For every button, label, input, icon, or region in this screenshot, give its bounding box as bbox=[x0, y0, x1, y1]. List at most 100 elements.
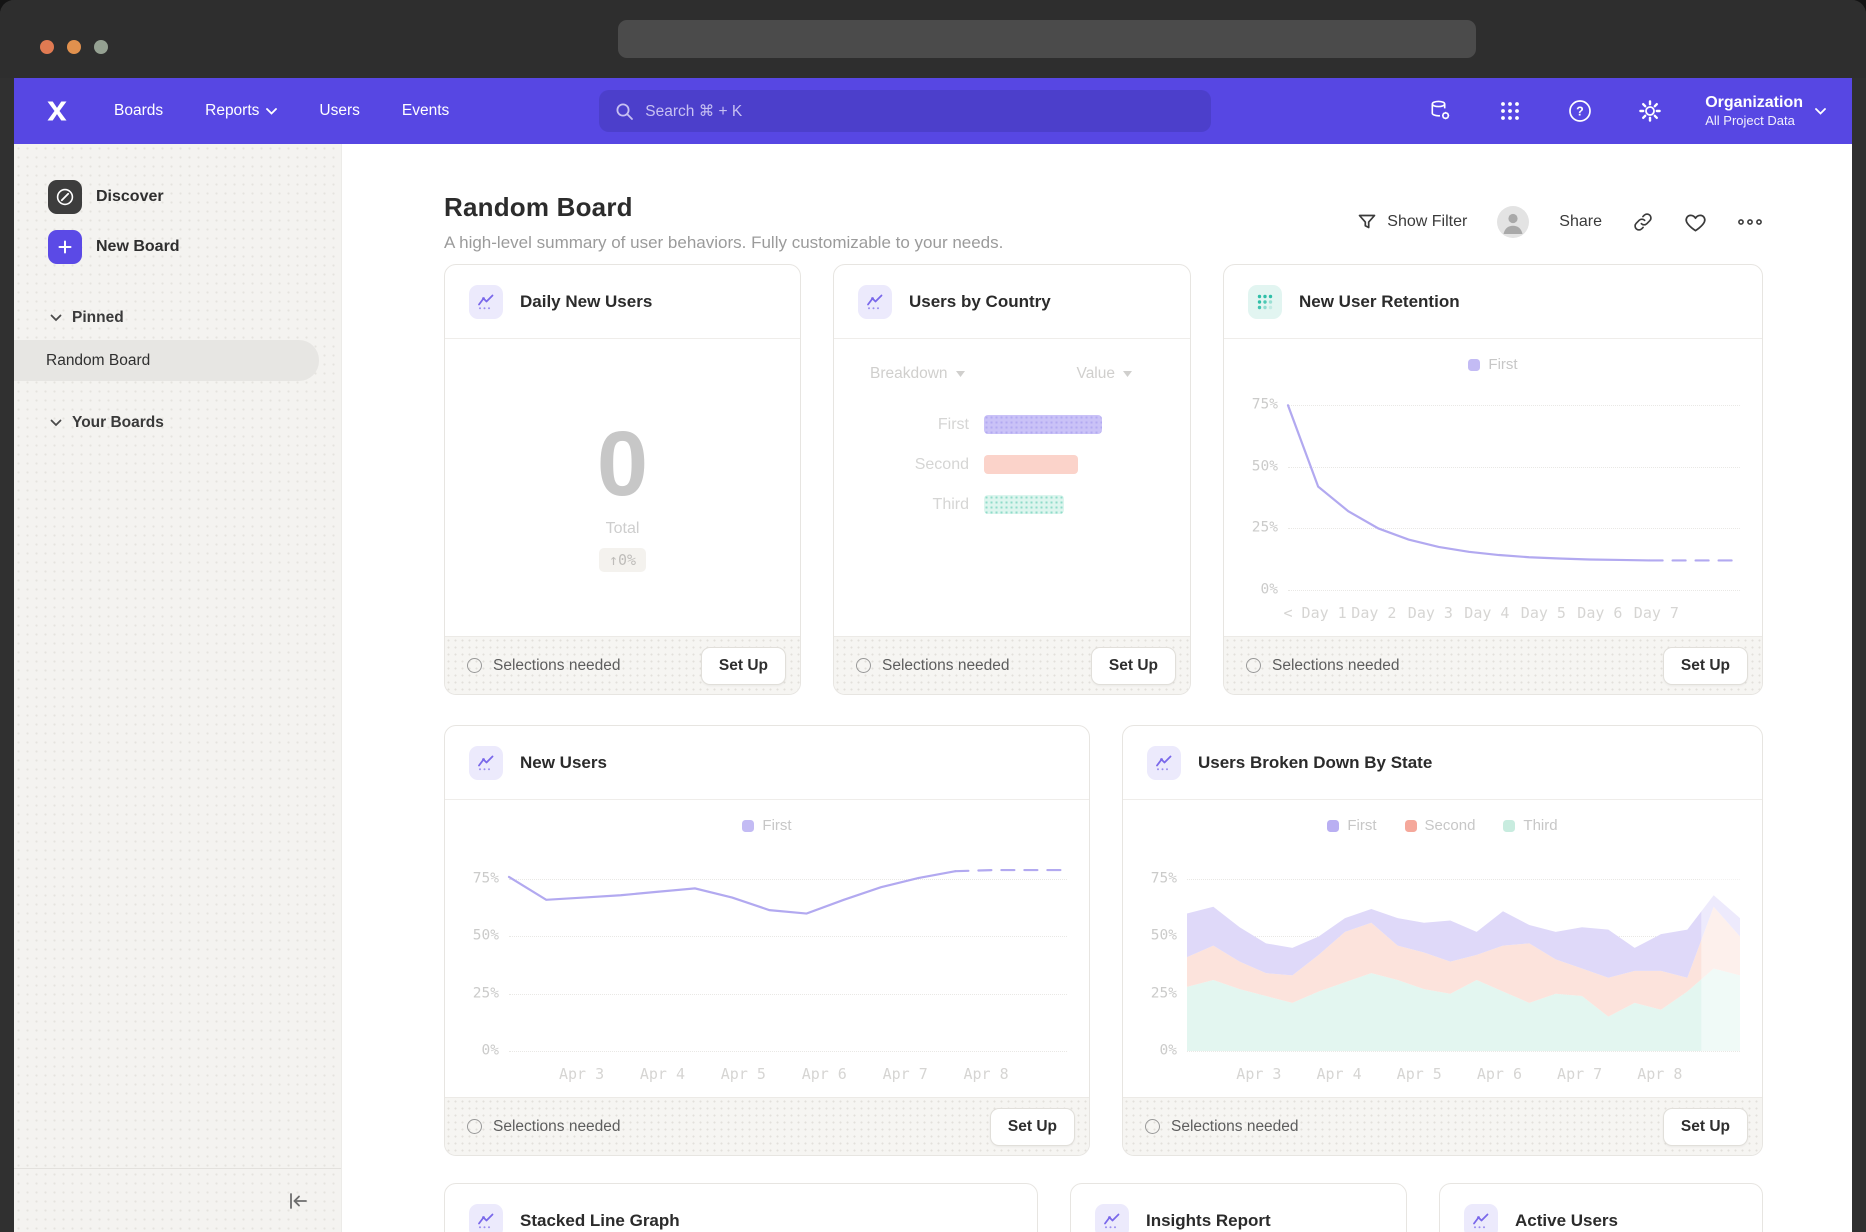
x-axis-tick: Day 4 bbox=[1464, 604, 1509, 622]
line-chart-icon bbox=[469, 1204, 503, 1232]
x-axis-tick: Day 6 bbox=[1577, 604, 1622, 622]
set-up-button[interactable]: Set Up bbox=[990, 1108, 1075, 1146]
y-axis-tick: 0% bbox=[482, 1043, 499, 1059]
placeholder-bar bbox=[984, 495, 1064, 514]
status-circle-icon bbox=[1145, 1119, 1160, 1134]
cards-row-2: New Users First75%50%25%0%Apr 3Apr 4Apr … bbox=[444, 725, 1763, 1156]
x-axis-tick: Apr 3 bbox=[1236, 1065, 1281, 1083]
y-axis-tick: 75% bbox=[1252, 397, 1278, 413]
chart-legend: First bbox=[445, 817, 1089, 834]
discover-compass-icon bbox=[48, 180, 82, 214]
card-title: Users by Country bbox=[909, 292, 1051, 312]
chevron-down-icon bbox=[956, 371, 965, 377]
set-up-button[interactable]: Set Up bbox=[701, 647, 786, 685]
line-chart-icon bbox=[1095, 1204, 1129, 1232]
avatar[interactable] bbox=[1497, 206, 1529, 238]
share-button[interactable]: Share bbox=[1559, 213, 1602, 231]
nav-link-events[interactable]: Events bbox=[402, 102, 449, 120]
metric-label: Total bbox=[606, 520, 640, 538]
x-axis-tick: Apr 6 bbox=[802, 1065, 847, 1083]
window-close-button[interactable] bbox=[40, 40, 54, 54]
sidebar-collapse-icon[interactable] bbox=[283, 1186, 313, 1216]
card-footer: Selections needed Set Up bbox=[1123, 1097, 1762, 1155]
status-circle-icon bbox=[467, 1119, 482, 1134]
card-title: New User Retention bbox=[1299, 292, 1460, 312]
status-circle-icon bbox=[856, 658, 871, 673]
board-actions: Show Filter Share bbox=[1357, 206, 1763, 238]
card-footer: Selections needed Set Up bbox=[445, 1097, 1089, 1155]
browser-address-bar[interactable] bbox=[618, 20, 1476, 58]
search-icon bbox=[615, 102, 634, 121]
sidebar-item-discover[interactable]: Discover bbox=[14, 174, 341, 220]
card-title: Insights Report bbox=[1146, 1211, 1271, 1231]
status-badge: Selections needed bbox=[1246, 657, 1400, 675]
set-up-button[interactable]: Set Up bbox=[1663, 647, 1748, 685]
nav-link-boards[interactable]: Boards bbox=[114, 102, 163, 120]
chevron-down-icon bbox=[50, 419, 62, 427]
value-dropdown[interactable]: Value bbox=[1077, 365, 1133, 383]
y-axis-tick: 50% bbox=[1151, 928, 1177, 944]
more-options-icon[interactable] bbox=[1737, 218, 1763, 226]
chevron-down-icon bbox=[1123, 371, 1132, 377]
country-bars-placeholder: FirstSecondThird bbox=[834, 415, 1190, 514]
line-chart-icon bbox=[1464, 1204, 1498, 1232]
show-filter-button[interactable]: Show Filter bbox=[1357, 212, 1467, 232]
card-new-user-retention: New User Retention First75%50%25%0%< Day… bbox=[1223, 264, 1763, 695]
window-titlebar bbox=[0, 0, 1866, 78]
window-controls bbox=[40, 40, 108, 54]
card-title: Stacked Line Graph bbox=[520, 1211, 680, 1231]
x-axis-tick: Apr 5 bbox=[1397, 1065, 1442, 1083]
sidebar-footer bbox=[14, 1168, 341, 1232]
card-title: Daily New Users bbox=[520, 292, 652, 312]
placeholder-bar bbox=[984, 415, 1102, 434]
set-up-button[interactable]: Set Up bbox=[1091, 647, 1176, 685]
gridline bbox=[1187, 1051, 1740, 1052]
sidebar-section-pinned[interactable]: Pinned bbox=[14, 298, 341, 338]
country-bar-row: Third bbox=[834, 495, 1190, 514]
x-axis-tick: Apr 7 bbox=[1557, 1065, 1602, 1083]
x-axis-tick: Apr 6 bbox=[1477, 1065, 1522, 1083]
plus-icon bbox=[48, 230, 82, 264]
retention-chart: First75%50%25%0%< Day 1Day 2Day 3Day 4Da… bbox=[1224, 339, 1762, 636]
data-management-icon[interactable] bbox=[1427, 98, 1453, 124]
x-axis-tick: < Day 1 bbox=[1284, 604, 1347, 622]
chart-legend: FirstSecondThird bbox=[1123, 817, 1762, 834]
nav-link-users[interactable]: Users bbox=[319, 102, 359, 120]
help-icon[interactable]: ? bbox=[1567, 98, 1593, 124]
country-bar-row: Second bbox=[834, 455, 1190, 474]
cards-row-3: Stacked Line Graph Insights Report bbox=[444, 1183, 1763, 1232]
window-zoom-button[interactable] bbox=[94, 40, 108, 54]
favorite-heart-icon[interactable] bbox=[1684, 212, 1707, 233]
card-footer: Selections needed Set Up bbox=[445, 636, 800, 694]
nav-link-reports[interactable]: Reports bbox=[205, 102, 277, 120]
set-up-button[interactable]: Set Up bbox=[1663, 1108, 1748, 1146]
mixpanel-logo-icon[interactable] bbox=[44, 98, 70, 124]
breakdown-dropdown[interactable]: Breakdown bbox=[870, 365, 965, 383]
sidebar-item-new-board[interactable]: New Board bbox=[14, 224, 341, 270]
window-minimize-button[interactable] bbox=[67, 40, 81, 54]
retention-dots-icon bbox=[1248, 285, 1282, 319]
top-navbar: Boards Reports Users Events Search ⌘ + K… bbox=[14, 78, 1852, 144]
x-axis-tick: Apr 4 bbox=[640, 1065, 685, 1083]
y-axis-tick: 0% bbox=[1160, 1043, 1177, 1059]
line-chart-icon bbox=[469, 746, 503, 780]
settings-gear-icon[interactable] bbox=[1637, 98, 1663, 124]
main-content: Random Board A high-level summary of use… bbox=[342, 144, 1852, 1232]
y-axis-tick: 25% bbox=[1151, 985, 1177, 1001]
card-new-users: New Users First75%50%25%0%Apr 3Apr 4Apr … bbox=[444, 725, 1090, 1156]
users-by-state-chart: FirstSecondThird75%50%25%0%Apr 3Apr 4Apr… bbox=[1123, 800, 1762, 1097]
status-badge: Selections needed bbox=[1145, 1118, 1299, 1136]
search-input[interactable]: Search ⌘ + K bbox=[599, 90, 1211, 132]
sidebar-item-random-board[interactable]: Random Board bbox=[14, 340, 319, 381]
x-axis-tick: Day 2 bbox=[1351, 604, 1396, 622]
y-axis-tick: 75% bbox=[1151, 871, 1177, 887]
copy-link-icon[interactable] bbox=[1632, 211, 1654, 233]
org-switcher[interactable]: Organization All Project Data bbox=[1705, 93, 1826, 129]
status-badge: Selections needed bbox=[856, 657, 1010, 675]
apps-grid-icon[interactable] bbox=[1497, 98, 1523, 124]
x-axis-tick: Apr 8 bbox=[964, 1065, 1009, 1083]
cards-row-1: Daily New Users 0 Total ↑0% Selections n… bbox=[444, 264, 1763, 695]
card-active-users: Active Users bbox=[1439, 1183, 1763, 1232]
sidebar-section-your-boards[interactable]: Your Boards bbox=[14, 403, 341, 443]
chart-legend: First bbox=[1224, 356, 1762, 373]
